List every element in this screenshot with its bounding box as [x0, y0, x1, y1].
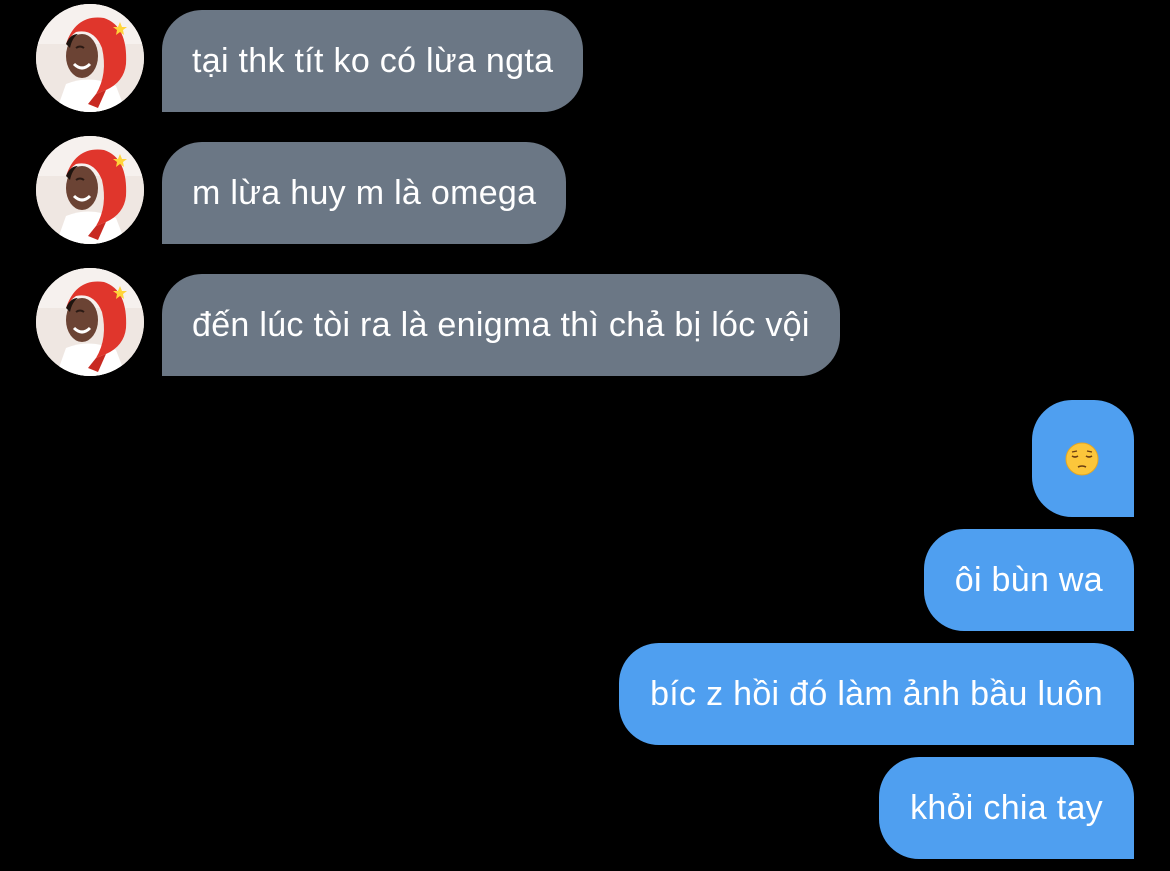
contact-avatar[interactable] — [36, 136, 144, 244]
message-text: tại thk tít ko có lừa ngta — [192, 42, 554, 80]
contact-avatar[interactable] — [36, 4, 144, 112]
outgoing-message-bubble[interactable]: khỏi chia tay — [879, 757, 1134, 859]
incoming-message-bubble[interactable]: tại thk tít ko có lừa ngta — [162, 10, 584, 112]
outgoing-message-bubble[interactable]: bíc z hồi đó làm ảnh bầu luôn — [619, 643, 1134, 745]
contact-avatar[interactable] — [36, 268, 144, 376]
message-text: khỏi chia tay — [910, 789, 1103, 827]
pensive-face-icon — [1065, 442, 1099, 476]
avatar-image — [36, 268, 144, 376]
avatar-image — [36, 4, 144, 112]
incoming-message-bubble[interactable]: m lừa huy m là omega — [162, 142, 567, 244]
message-text: bíc z hồi đó làm ảnh bầu luôn — [650, 675, 1103, 713]
avatar-image — [36, 136, 144, 244]
incoming-message-bubble[interactable]: đến lúc tòi ra là enigma thì chả bị lóc … — [162, 274, 840, 376]
message-text: m lừa huy m là omega — [192, 174, 537, 212]
outgoing-message-bubble[interactable] — [1032, 400, 1134, 517]
outgoing-message-bubble[interactable]: ôi bùn wa — [923, 529, 1134, 631]
message-text: đến lúc tòi ra là enigma thì chả bị lóc … — [192, 306, 810, 344]
message-text: ôi bùn wa — [954, 561, 1103, 599]
